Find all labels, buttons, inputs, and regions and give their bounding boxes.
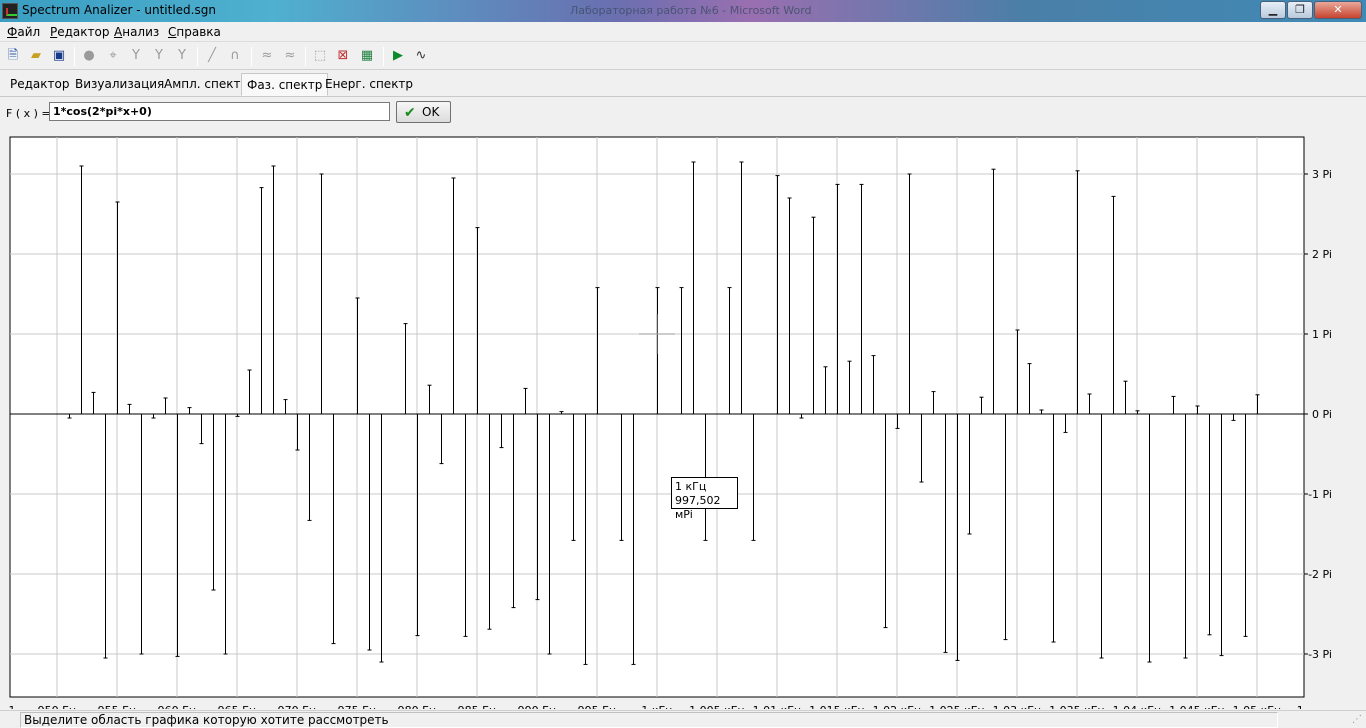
- x-tick-label: 970 Гц: [278, 704, 317, 709]
- tab-visualization[interactable]: Визуализация: [70, 73, 169, 96]
- app-icon: [2, 3, 18, 19]
- toolbar-separator: [305, 47, 306, 66]
- marker-icon[interactable]: Y: [127, 47, 145, 65]
- close-button[interactable]: ✕: [1314, 1, 1362, 19]
- x-tick-label: 1: [9, 704, 16, 709]
- window-title: Spectrum Analizer - untitled.sgn: [22, 3, 216, 17]
- marker-multi-icon[interactable]: Y: [173, 47, 191, 65]
- x-tick-label: 1,02 кГц: [873, 704, 922, 709]
- ok-button[interactable]: ✔ OK: [396, 101, 451, 123]
- line-icon[interactable]: ╱: [203, 47, 221, 65]
- zoom-reset-icon[interactable]: ⊠: [334, 47, 352, 65]
- x-tick-label: 1,05 кГц: [1233, 704, 1282, 709]
- play-icon[interactable]: ▶: [389, 47, 407, 65]
- x-tick-label: 960 Гц: [158, 704, 197, 709]
- x-tick-label: 975 Гц: [338, 704, 377, 709]
- minimize-icon: ▁: [1268, 3, 1278, 16]
- toolbar: 🗎 ▰ ▣ ● ⌖ Y Y Y ╱ ∩ ≈ ≈ ⬚ ⊠ ▦ ▶ ∿: [0, 43, 1366, 70]
- ok-button-label: OK: [422, 105, 440, 119]
- x-tick-label: 950 Гц: [38, 704, 77, 709]
- formula-input[interactable]: [49, 102, 390, 121]
- filter-icon[interactable]: ≈: [258, 47, 276, 65]
- waveform-icon[interactable]: ∿: [412, 47, 430, 65]
- curve-icon[interactable]: ∩: [226, 47, 244, 65]
- maximize-icon: ❐: [1295, 3, 1305, 16]
- tooltip-value: 997,502 мPi: [675, 494, 721, 521]
- toolbar-separator: [74, 47, 75, 66]
- toolbar-separator: [251, 47, 252, 66]
- x-tick-label: 1,: [1297, 704, 1308, 709]
- y-tick-label: 0 Pi: [1312, 408, 1332, 421]
- phase-spectrum-chart[interactable]: 1 950 Гц 955 Гц 960 Гц 965 Гц 970 Гц 975 Гц 980…: [0, 129, 1366, 709]
- formula-label: F ( x ) =: [6, 107, 51, 120]
- y-tick-label: -3 Pi: [1308, 648, 1332, 661]
- background-window-title: Лабораторная работа №6 - Microsoft Word: [570, 4, 812, 17]
- tab-phase-spectrum[interactable]: Фаз. спектр: [241, 73, 329, 96]
- x-tick-label: 1,025 кГц: [929, 704, 985, 709]
- new-file-icon[interactable]: 🗎: [4, 47, 22, 65]
- menu-bar: Файл Редактор Анализ Справка: [0, 22, 1366, 42]
- y-tick-label: 3 Pi: [1312, 168, 1332, 181]
- checkmark-icon: ✔: [404, 105, 416, 121]
- tooltip-frequency: 1 кГц: [675, 480, 707, 493]
- menu-analysis[interactable]: Анализ: [114, 25, 159, 39]
- x-tick-label: 1,035 кГц: [1049, 704, 1105, 709]
- y-tick-label: 1 Pi: [1312, 328, 1332, 341]
- chart-frame: 1 950 Гц 955 Гц 960 Гц 965 Гц 970 Гц 975 Гц 980…: [0, 129, 1366, 709]
- close-icon: ✕: [1333, 3, 1343, 16]
- crosshair-icon[interactable]: ⌖: [104, 47, 122, 65]
- x-tick-label: 1,005 кГц: [689, 704, 745, 709]
- y-tick-label: -2 Pi: [1308, 568, 1332, 581]
- x-tick-label: 995 Гц: [578, 704, 617, 709]
- tab-amplitude-spectrum[interactable]: Ампл. спектр: [159, 73, 253, 96]
- marker-range-icon[interactable]: Y: [150, 47, 168, 65]
- x-tick-label: 1 кГц: [641, 704, 672, 709]
- title-bar: Spectrum Analizer - untitled.sgn Лаборат…: [0, 0, 1366, 22]
- x-tick-label: 1,04 кГц: [1113, 704, 1162, 709]
- x-tick-label: 980 Гц: [398, 704, 437, 709]
- status-text: Выделите область графика которую хотите …: [20, 712, 1278, 728]
- x-tick-label: 1,015 кГц: [809, 704, 865, 709]
- x-tick-label: 965 Гц: [218, 704, 257, 709]
- status-bar: Выделите область графика которую хотите …: [0, 710, 1366, 728]
- cursor-tooltip: 1 кГц 997,502 мPi: [671, 477, 738, 521]
- toolbar-separator: [197, 47, 198, 66]
- menu-editor[interactable]: Редактор: [50, 25, 109, 39]
- maximize-button[interactable]: ❐: [1287, 1, 1313, 19]
- open-folder-icon[interactable]: ▰: [27, 47, 45, 65]
- y-tick-label: 2 Pi: [1312, 248, 1332, 261]
- resize-grip-icon[interactable]: ⋰: [1352, 714, 1364, 726]
- save-icon[interactable]: ▣: [50, 47, 68, 65]
- formula-row: F ( x ) = ✔ OK: [0, 98, 1366, 128]
- filter-alt-icon[interactable]: ≈: [281, 47, 299, 65]
- menu-help[interactable]: Справка: [168, 25, 221, 39]
- toolbar-separator: [383, 47, 384, 66]
- zoom-icon[interactable]: ●: [80, 47, 98, 65]
- zoom-fit-icon[interactable]: ▦: [358, 47, 376, 65]
- x-tick-label: 990 Гц: [518, 704, 557, 709]
- x-tick-label: 1,01 кГц: [753, 704, 802, 709]
- tab-energy-spectrum[interactable]: Енерг. спектр: [320, 73, 418, 96]
- zoom-region-icon[interactable]: ⬚: [311, 47, 329, 65]
- tab-bar: Редактор Визуализация Ампл. спектр Фаз. …: [0, 71, 1366, 97]
- menu-file[interactable]: Файл: [7, 25, 40, 39]
- x-tick-label: 955 Гц: [98, 704, 137, 709]
- y-tick-label: -1 Pi: [1308, 488, 1332, 501]
- x-tick-label: 1,03 кГц: [993, 704, 1042, 709]
- tab-editor[interactable]: Редактор: [5, 73, 74, 96]
- x-tick-label: 1,045 кГц: [1169, 704, 1225, 709]
- minimize-button[interactable]: ▁: [1260, 1, 1286, 19]
- x-tick-label: 985 Гц: [458, 704, 497, 709]
